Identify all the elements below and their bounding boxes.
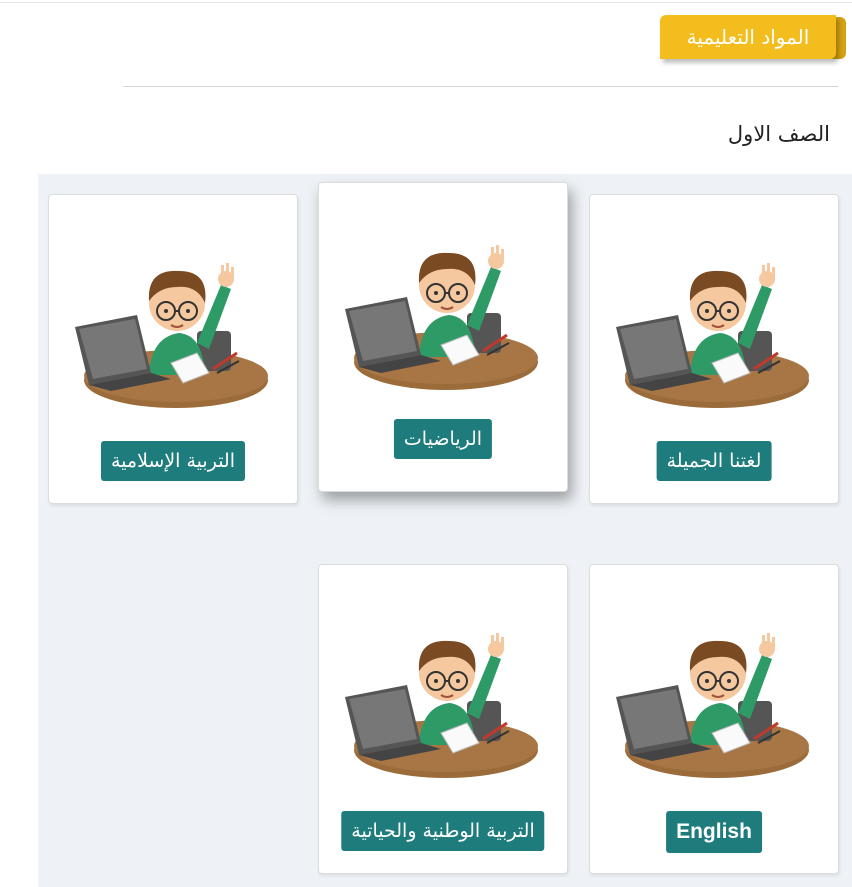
divider — [123, 86, 838, 87]
subject-button-arabic[interactable]: لغتنا الجميلة — [656, 441, 772, 481]
student-illustration — [614, 631, 811, 780]
top-border — [0, 2, 852, 3]
subject-button-english[interactable]: English — [666, 811, 762, 853]
subject-button-civics[interactable]: التربية الوطنية والحياتية — [341, 811, 545, 851]
student-illustration — [343, 631, 540, 780]
student-illustration — [614, 261, 811, 410]
subject-card-english[interactable]: English — [589, 564, 839, 874]
student-illustration — [73, 261, 270, 410]
subject-button-islamic[interactable]: التربية الإسلامية — [100, 441, 246, 481]
section-title: المواد التعليمية — [686, 25, 810, 49]
subject-card-islamic[interactable]: التربية الإسلامية — [48, 194, 298, 504]
subject-card-civics[interactable]: التربية الوطنية والحياتية — [318, 564, 568, 874]
section-title-badge: المواد التعليمية — [660, 15, 846, 59]
subject-button-math[interactable]: الرياضيات — [393, 419, 493, 459]
subject-card-arabic[interactable]: لغتنا الجميلة — [589, 194, 839, 504]
badge-fold — [830, 17, 846, 59]
student-illustration — [343, 243, 540, 392]
grade-title: الصف الاول — [727, 122, 830, 146]
subject-card-math[interactable]: الرياضيات — [318, 182, 568, 492]
